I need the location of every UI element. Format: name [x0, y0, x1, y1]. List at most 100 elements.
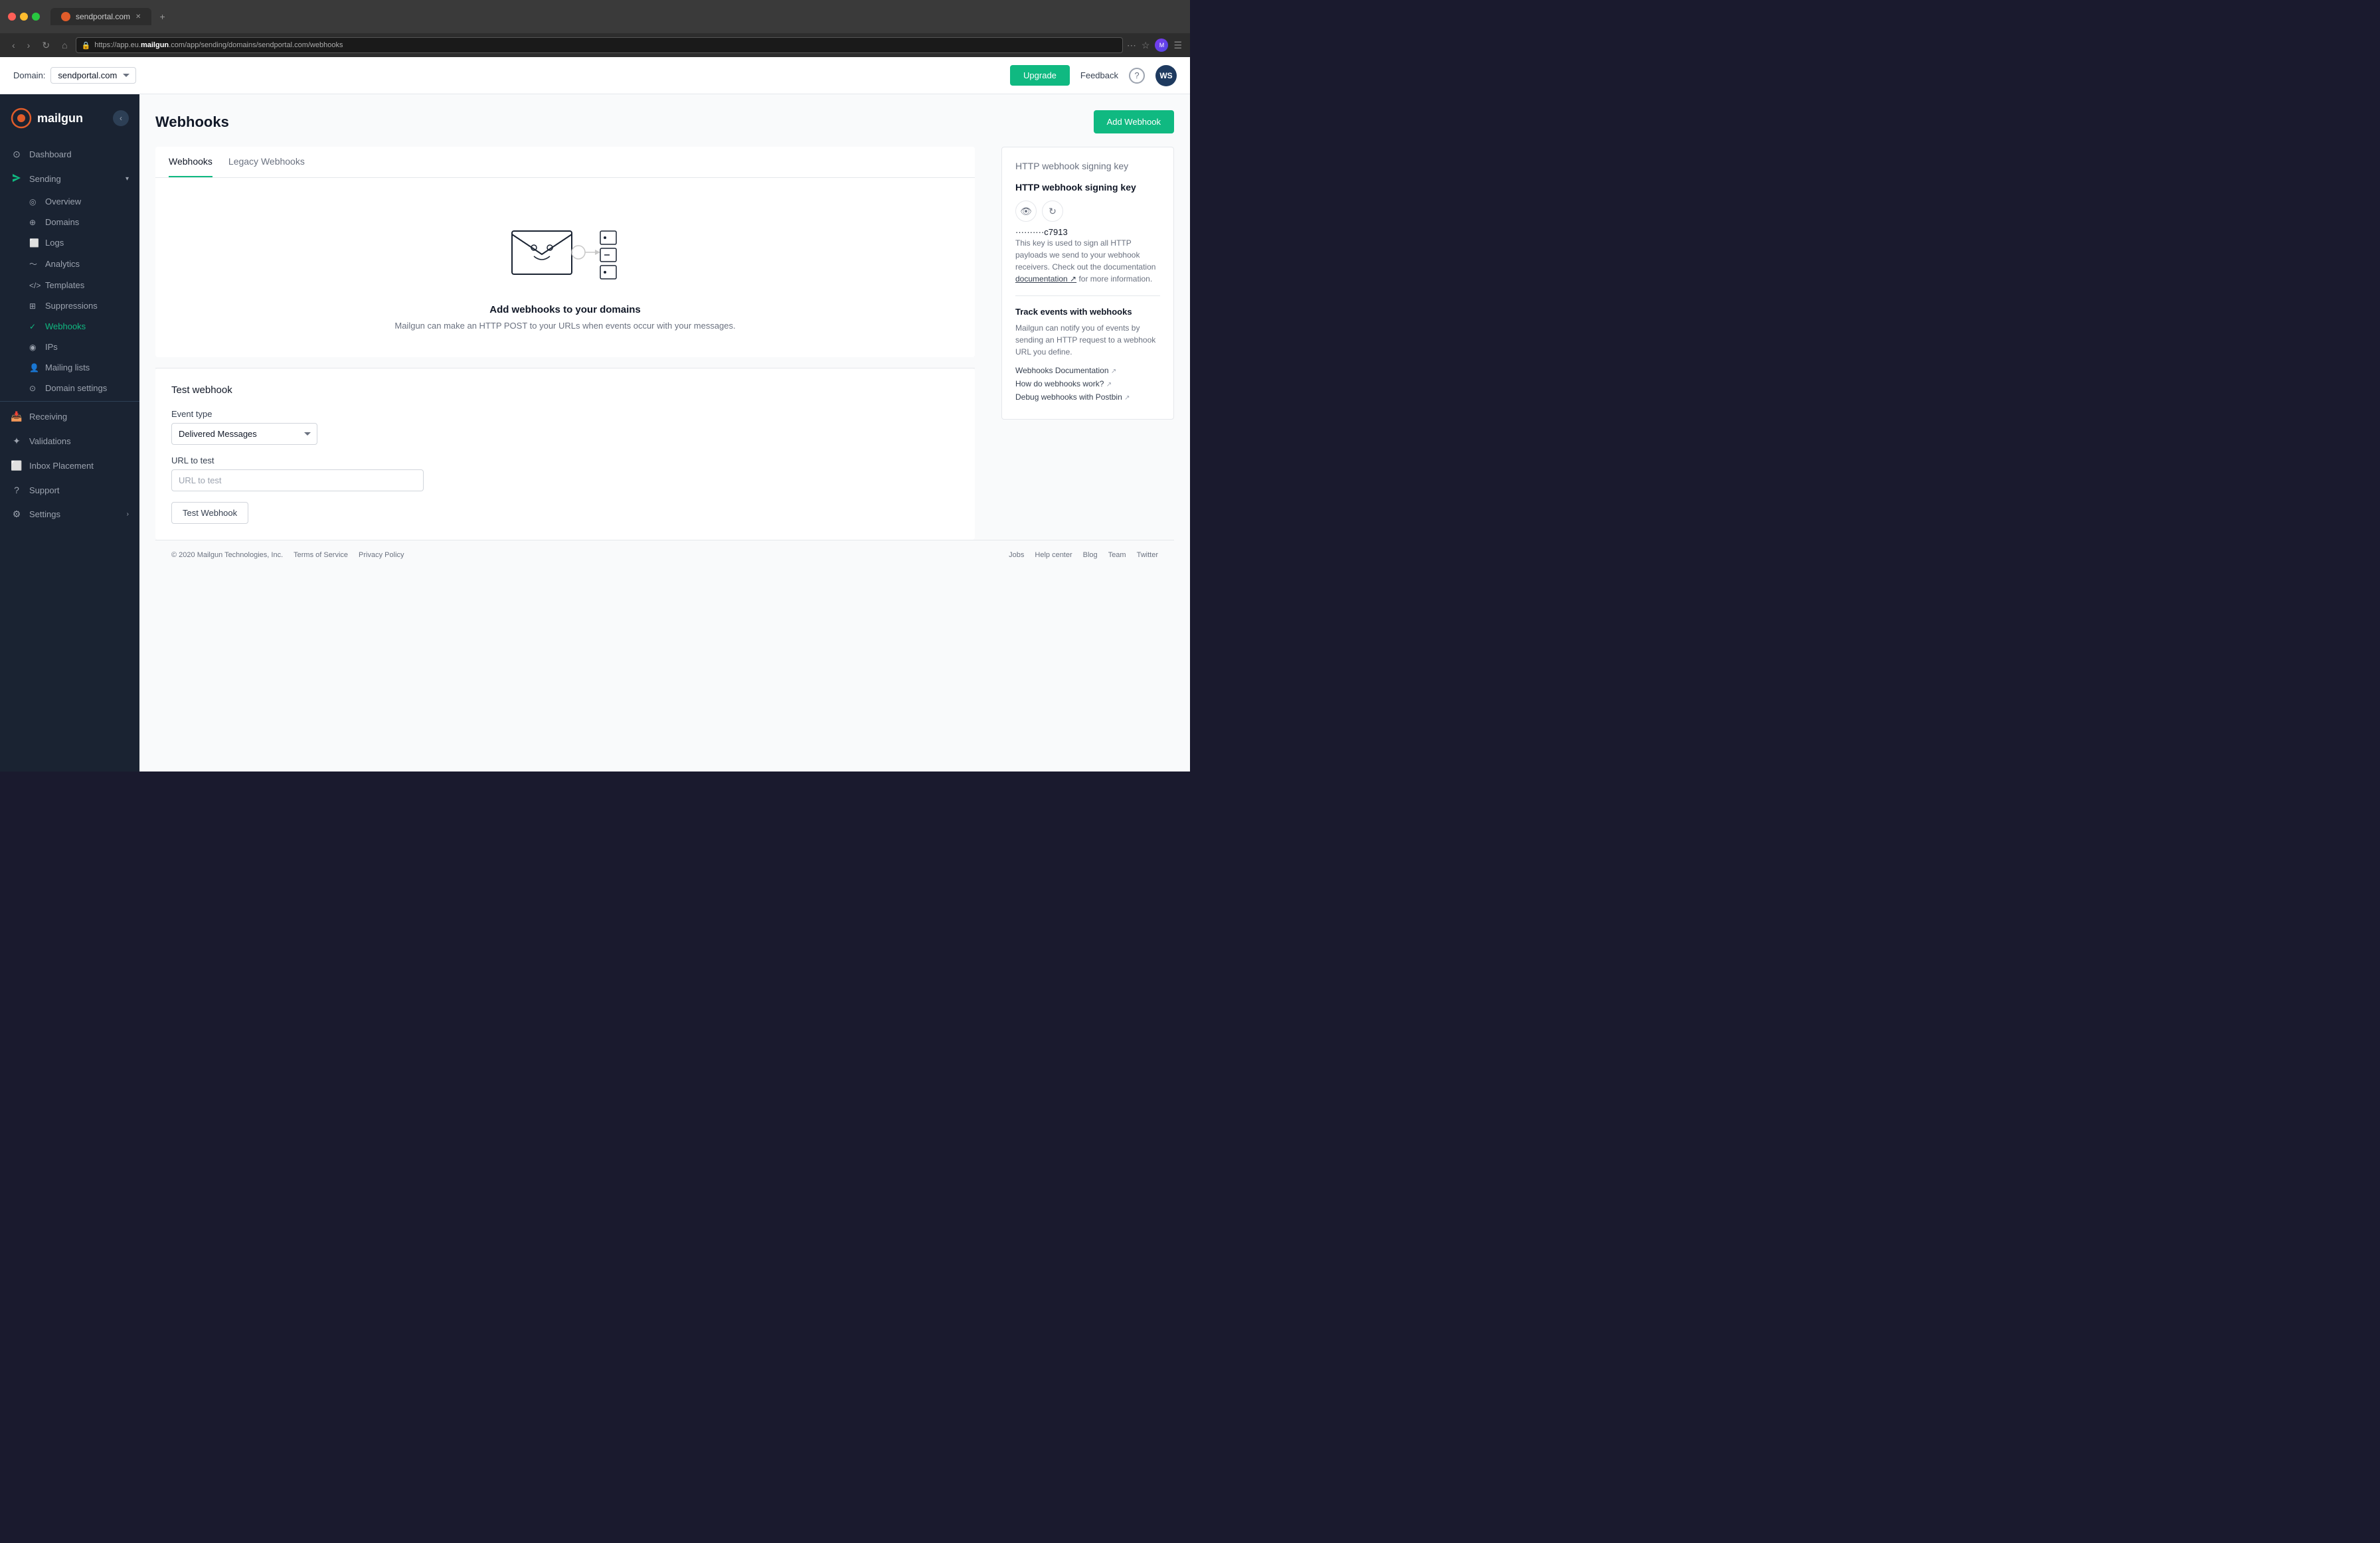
refresh-button[interactable]: ↻: [38, 37, 54, 54]
sidebar-toggle-button[interactable]: ‹: [113, 110, 129, 126]
domain-selector: Domain: sendportal.com: [13, 67, 136, 84]
sidebar-item-ips[interactable]: ◉ IPs: [0, 337, 139, 357]
sidebar-item-receiving[interactable]: 📥 Receiving: [0, 404, 139, 429]
track-events-description: Mailgun can notify you of events by send…: [1015, 322, 1160, 358]
sending-icon: [11, 173, 23, 185]
chevron-down-icon: ▾: [126, 175, 129, 183]
minimize-dot[interactable]: [20, 13, 28, 21]
terms-link[interactable]: Terms of Service: [294, 551, 348, 559]
new-tab-button[interactable]: +: [159, 11, 165, 22]
sidebar-item-settings[interactable]: ⚙ Settings ›: [0, 502, 139, 527]
suppressions-icon: ⊞: [29, 301, 39, 311]
sidebar-item-domain-settings[interactable]: ⊙ Domain settings: [0, 378, 139, 398]
sidebar-item-label: Sending: [29, 174, 61, 184]
blog-link[interactable]: Blog: [1083, 551, 1098, 559]
event-type-select[interactable]: Delivered Messages Bounced Messages Clic…: [171, 423, 317, 445]
tab-legacy-webhooks[interactable]: Legacy Webhooks: [228, 147, 305, 177]
browser-tab[interactable]: sendportal.com ✕: [50, 8, 151, 25]
url-text: https://app.eu.mailgun.com/app/sending/d…: [94, 41, 343, 49]
postbin-link[interactable]: Debug webhooks with Postbin ↗: [1015, 392, 1160, 402]
avatar[interactable]: WS: [1155, 65, 1177, 86]
webhook-illustration-svg: [492, 204, 638, 291]
home-button[interactable]: ⌂: [58, 37, 71, 53]
tabs: Webhooks Legacy Webhooks: [155, 147, 975, 178]
show-key-button[interactable]: 👁: [1015, 201, 1037, 222]
overview-icon: ◎: [29, 197, 39, 206]
sidebar-item-label: Domain settings: [45, 383, 107, 393]
ips-icon: ◉: [29, 343, 39, 352]
team-link[interactable]: Team: [1108, 551, 1126, 559]
bookmark-icon[interactable]: ☆: [1142, 40, 1150, 51]
main-layout: mailgun ‹ ⊙ Dashboard Sending ▾ ◎ Overvi…: [0, 94, 1190, 772]
footer: © 2020 Mailgun Technologies, Inc. Terms …: [155, 540, 1174, 570]
refresh-key-button[interactable]: ↻: [1042, 201, 1063, 222]
page-title: Webhooks: [155, 114, 229, 131]
sidebar-item-label: Settings: [29, 509, 60, 519]
jobs-link[interactable]: Jobs: [1009, 551, 1024, 559]
domain-settings-icon: ⊙: [29, 384, 39, 393]
sidebar-item-dashboard[interactable]: ⊙ Dashboard: [0, 142, 139, 167]
sidebar-item-validations[interactable]: ✦ Validations: [0, 429, 139, 453]
privacy-link[interactable]: Privacy Policy: [359, 551, 404, 559]
twitter-link[interactable]: Twitter: [1137, 551, 1158, 559]
feedback-button[interactable]: Feedback: [1080, 70, 1118, 80]
help-center-link[interactable]: Help center: [1035, 551, 1072, 559]
sidebar-item-overview[interactable]: ◎ Overview: [0, 191, 139, 212]
content-body: Webhooks Legacy Webhooks: [155, 147, 1174, 540]
how-webhooks-link[interactable]: How do webhooks work? ↗: [1015, 379, 1160, 388]
menu-icon[interactable]: ☰: [1173, 40, 1182, 51]
sidebar-item-logs[interactable]: ⬜ Logs: [0, 232, 139, 253]
settings-chevron-icon: ›: [127, 511, 129, 518]
webhooks-docs-link[interactable]: Webhooks Documentation ↗: [1015, 366, 1160, 375]
copyright: © 2020 Mailgun Technologies, Inc.: [171, 551, 283, 559]
test-webhook-button[interactable]: Test Webhook: [171, 502, 248, 524]
tab-close-button[interactable]: ✕: [135, 13, 141, 21]
footer-right-links: Jobs Help center Blog Team Twitter: [1009, 551, 1158, 559]
sidebar-item-suppressions[interactable]: ⊞ Suppressions: [0, 295, 139, 316]
tab-title: sendportal.com: [76, 12, 130, 21]
sidebar-logo: mailgun ‹: [0, 94, 139, 142]
sidebar-item-sending[interactable]: Sending ▾: [0, 167, 139, 191]
documentation-link[interactable]: documentation ↗: [1015, 274, 1076, 284]
webhook-illustration: [169, 204, 962, 291]
upgrade-button[interactable]: Upgrade: [1010, 65, 1070, 86]
main-panel: Webhooks Legacy Webhooks: [155, 147, 975, 540]
mailing-lists-icon: 👤: [29, 363, 39, 372]
dashboard-icon: ⊙: [11, 149, 23, 160]
sidebar-item-analytics[interactable]: 〜 Analytics: [0, 253, 139, 275]
back-button[interactable]: ‹: [8, 37, 19, 53]
sidebar-item-inbox-placement[interactable]: ⬜ Inbox Placement: [0, 453, 139, 478]
security-icon: 🔒: [82, 41, 91, 50]
domain-select[interactable]: sendportal.com: [50, 67, 136, 84]
close-dot[interactable]: [8, 13, 16, 21]
page-header: Webhooks Add Webhook: [155, 110, 1174, 133]
help-icon-button[interactable]: ?: [1129, 68, 1145, 84]
add-webhook-button[interactable]: Add Webhook: [1094, 110, 1174, 133]
address-bar[interactable]: 🔒 https://app.eu.mailgun.com/app/sending…: [76, 37, 1123, 53]
extensions-icon[interactable]: ⋯: [1127, 40, 1136, 51]
app: Domain: sendportal.com Upgrade Feedback …: [0, 57, 1190, 772]
sidebar-item-support[interactable]: ? Support: [0, 478, 139, 502]
sidebar-item-templates[interactable]: </> Templates: [0, 275, 139, 295]
event-type-group: Event type Delivered Messages Bounced Me…: [171, 409, 959, 445]
sidebar-item-webhooks[interactable]: ✓ Webhooks: [0, 316, 139, 337]
extension-icon[interactable]: M: [1155, 39, 1168, 52]
sidebar-item-label: Receiving: [29, 412, 67, 422]
webhook-empty-state: Add webhooks to your domains Mailgun can…: [155, 178, 975, 357]
webhooks-icon: ✓: [29, 322, 39, 331]
sidebar-item-label: Inbox Placement: [29, 461, 94, 471]
logo-text: mailgun: [37, 112, 83, 125]
logo: mailgun: [11, 108, 83, 129]
sidebar-item-label: Domains: [45, 217, 79, 227]
sidebar-item-domains[interactable]: ⊕ Domains: [0, 212, 139, 232]
maximize-dot[interactable]: [32, 13, 40, 21]
signing-key-row: 👁 ↻: [1015, 201, 1160, 222]
sidebar-item-mailing-lists[interactable]: 👤 Mailing lists: [0, 357, 139, 378]
sidebar-item-label: Webhooks: [45, 321, 86, 331]
track-events-title: Track events with webhooks: [1015, 307, 1160, 317]
signing-key-title: HTTP webhook signing key: [1015, 182, 1160, 193]
url-input[interactable]: [171, 469, 424, 491]
footer-links: Terms of Service Privacy Policy: [294, 551, 404, 559]
tab-webhooks[interactable]: Webhooks: [169, 147, 212, 177]
forward-button[interactable]: ›: [23, 37, 35, 53]
